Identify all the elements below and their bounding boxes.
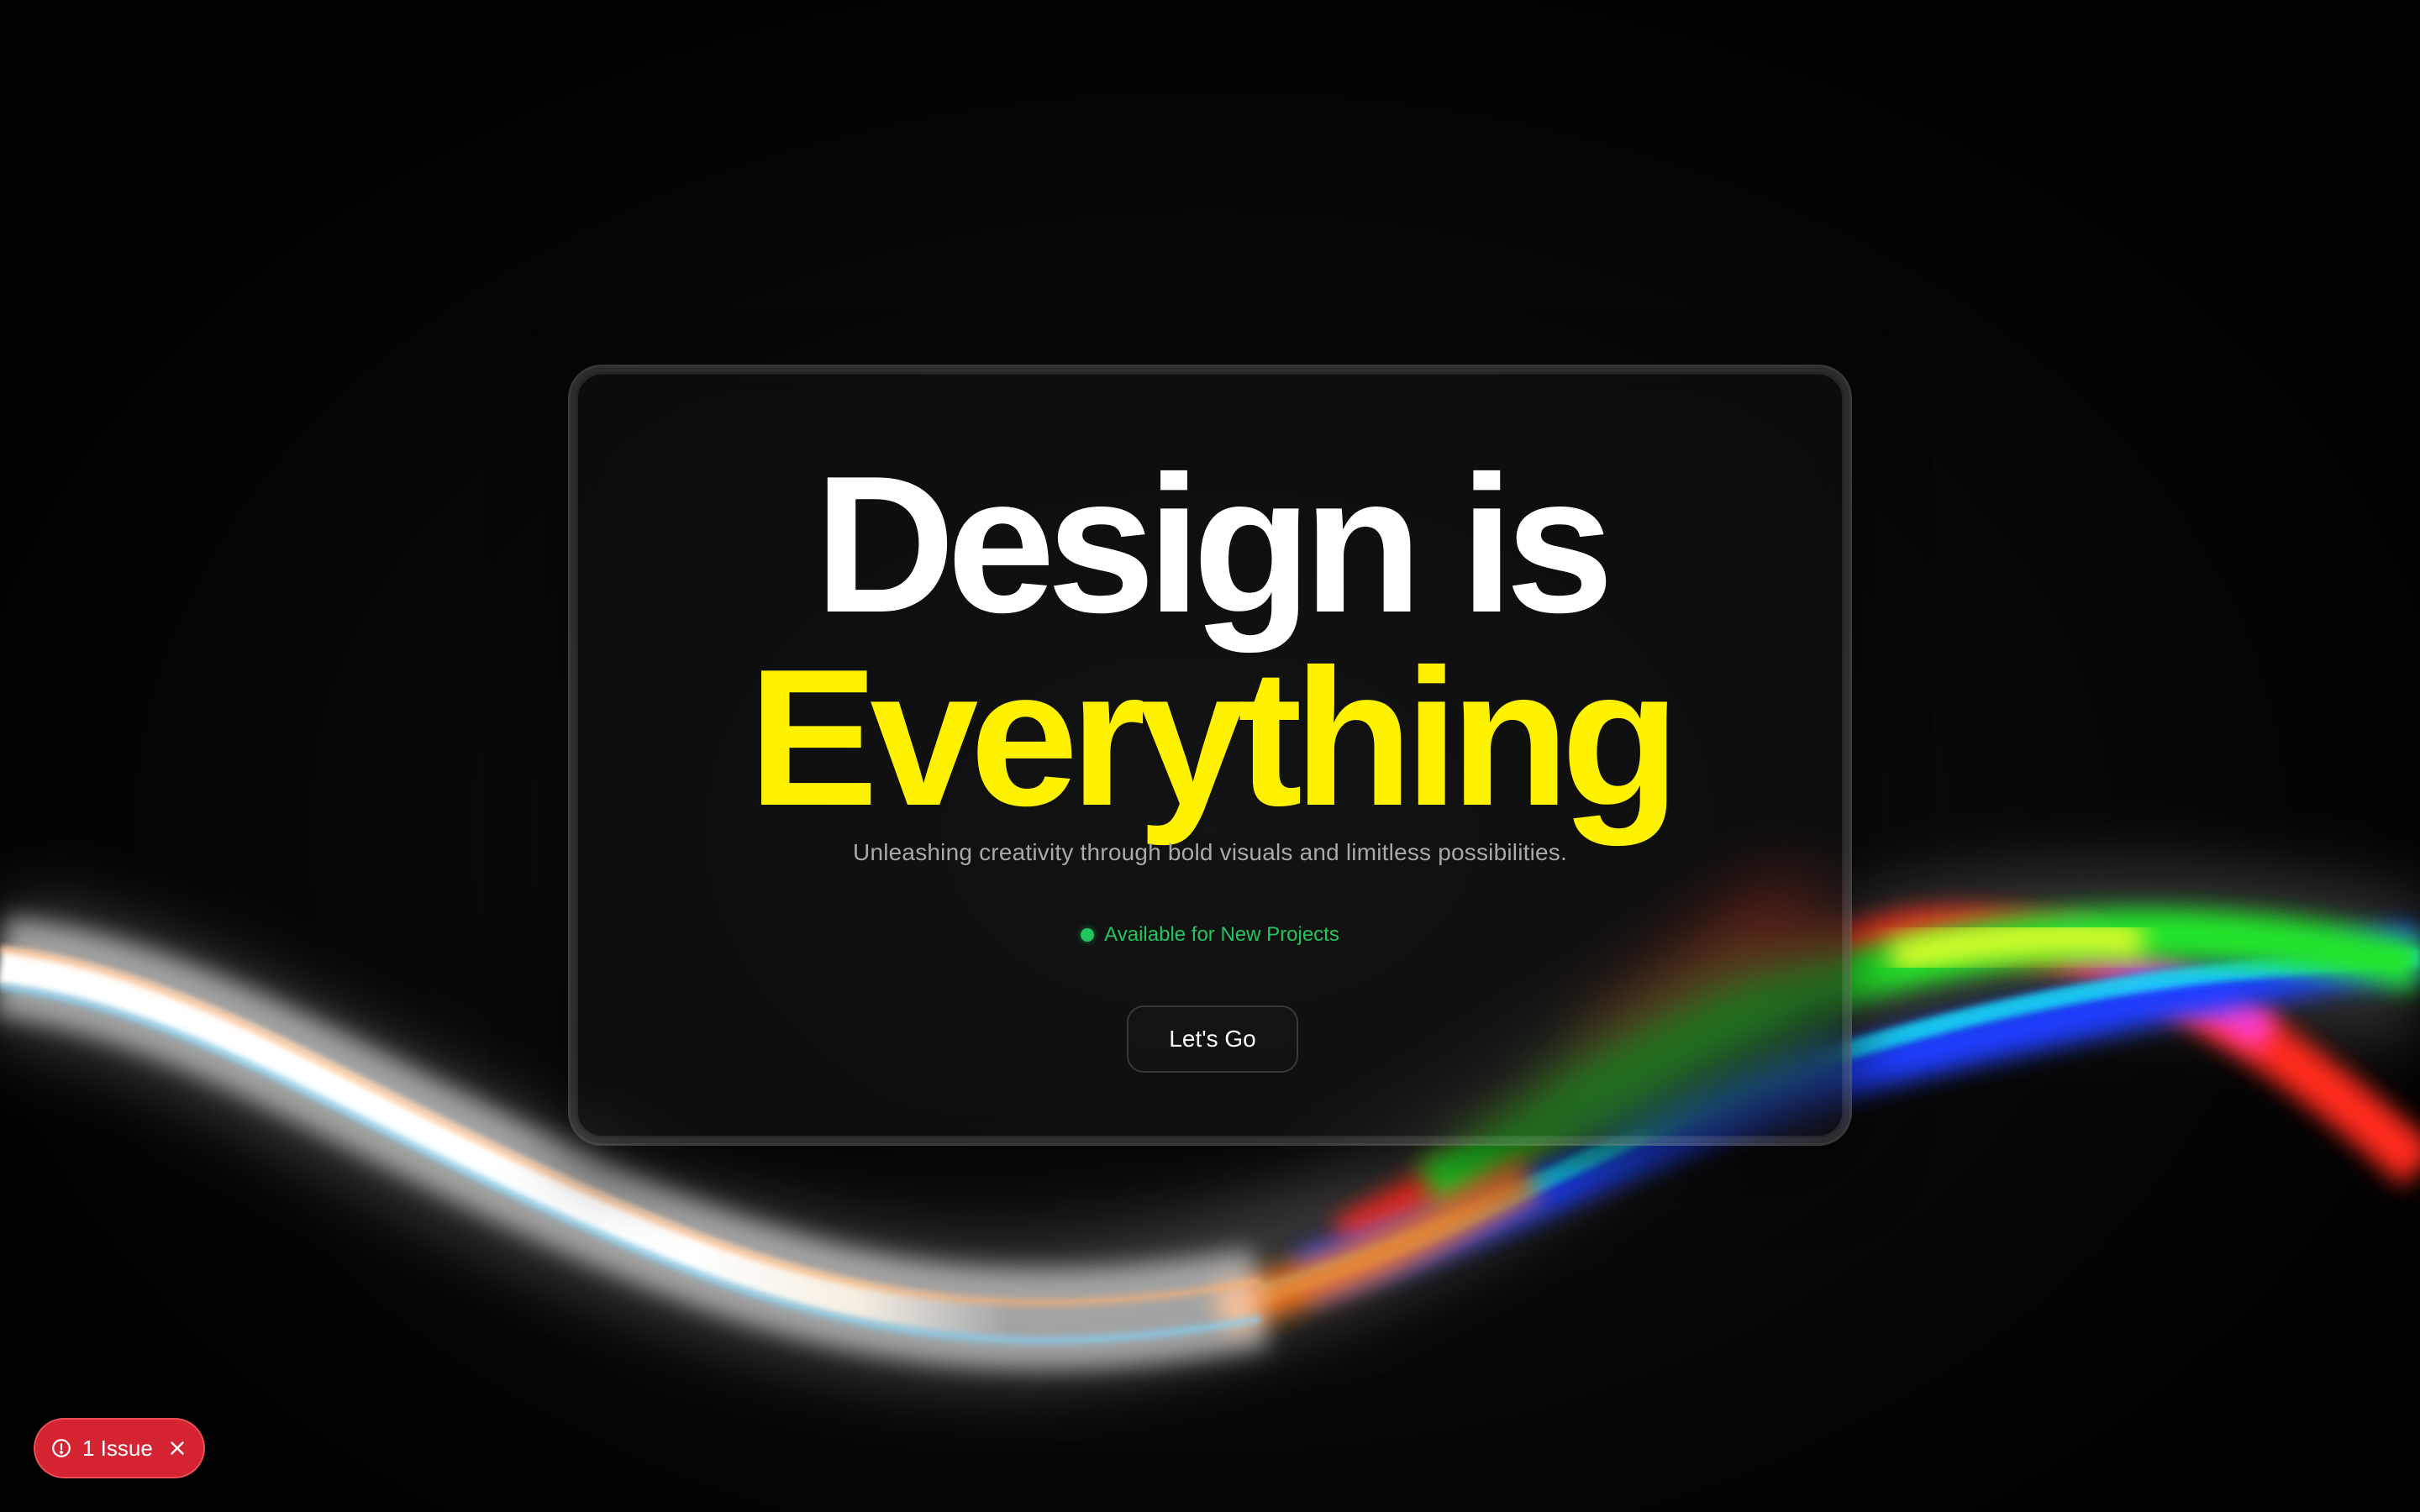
hero-glass-card: Design is Everything Unleashing creativi… [568,365,1852,1146]
close-icon[interactable] [166,1437,188,1459]
hero-title-line2: Everything [748,629,1681,847]
hero-card-content: Design is Everything Unleashing creativi… [571,367,1849,1143]
issues-badge[interactable]: 1 Issue [34,1418,205,1478]
hero-title-line1: Design is [814,436,1613,654]
issues-count-label: 1 Issue [82,1435,153,1461]
alert-circle-icon [50,1437,72,1459]
status-dot-icon [1081,928,1095,942]
hero-subtitle: Unleashing creativity through bold visua… [853,839,1567,865]
availability-status: Available for New Projects [571,923,1849,947]
page-background: Design is Everything Unleashing creativi… [0,0,2420,1512]
availability-status-label: Available for New Projects [1104,923,1339,946]
lets-go-button[interactable]: Let's Go [1127,1005,1298,1073]
